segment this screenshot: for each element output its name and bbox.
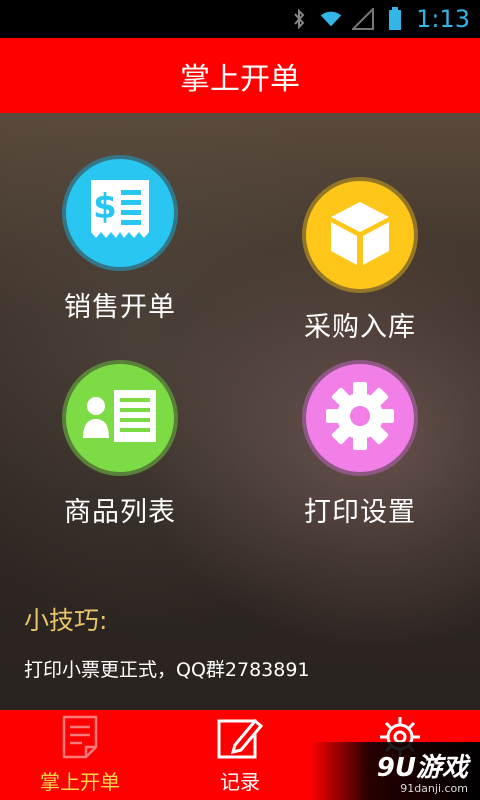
watermark-text: 9U游戏 (376, 753, 468, 783)
product-list-label: 商品列表 (64, 497, 176, 528)
print-settings-label: 打印设置 (304, 497, 416, 528)
print-settings-icon-circle (302, 360, 418, 476)
svg-text:$: $ (93, 187, 117, 227)
watermark: 9U游戏 91danji.com (310, 742, 480, 800)
purchase-stock-label: 采购入库 (304, 312, 416, 343)
edit-icon (217, 714, 263, 760)
wifi-icon (320, 8, 342, 30)
sales-order-icon-circle: $ (62, 155, 178, 271)
signal-icon (352, 8, 375, 30)
purchase-stock-icon-circle (302, 177, 418, 293)
box-icon (327, 198, 393, 272)
sales-order-label: 销售开单 (64, 292, 176, 323)
bluetooth-icon (288, 8, 310, 30)
gear-icon (323, 379, 397, 457)
sales-order-button[interactable]: $ 销售开单 (10, 155, 230, 324)
tab-records[interactable]: 记录 (160, 710, 320, 800)
page-title: 掌上开单 (180, 61, 300, 97)
status-time: 1:13 (416, 5, 470, 33)
tips-text: 打印小票更正式，QQ群2783891 (24, 659, 310, 681)
main-menu: $ 销售开单 采购入库 商品列表 打印设置 小技巧: 打印小票更正式，QQ群27… (0, 113, 480, 710)
tab-records-label: 记录 (220, 770, 260, 794)
purchase-stock-button[interactable]: 采购入库 (250, 177, 470, 344)
title-bar: 掌上开单 (0, 38, 480, 113)
tab-home[interactable]: 掌上开单 (0, 710, 160, 800)
print-settings-button[interactable]: 打印设置 (250, 360, 470, 529)
contact-list-icon (82, 386, 158, 450)
receipt-dollar-icon: $ (85, 176, 155, 250)
tab-home-label: 掌上开单 (40, 770, 120, 794)
tips-heading: 小技巧: (24, 606, 108, 635)
watermark-url: 91danji.com (400, 782, 468, 795)
document-icon (57, 714, 103, 760)
battery-icon (384, 7, 406, 30)
status-bar: 1:13 (0, 0, 480, 38)
product-list-icon-circle (62, 360, 178, 476)
product-list-button[interactable]: 商品列表 (10, 360, 230, 529)
